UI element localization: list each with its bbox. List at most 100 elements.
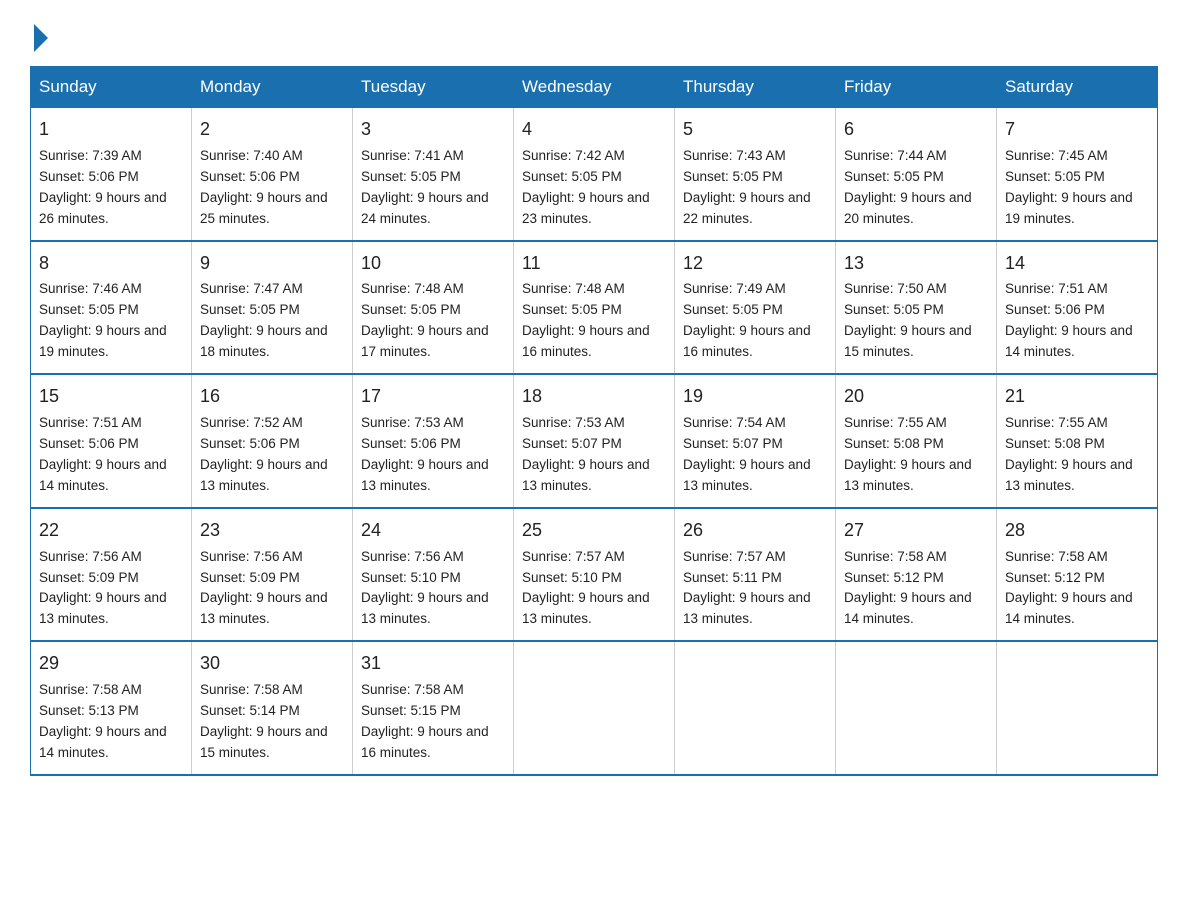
- calendar-header-saturday: Saturday: [997, 67, 1158, 108]
- sunset-label: Sunset: 5:10 PM: [361, 570, 461, 585]
- day-number: 21: [1005, 383, 1149, 411]
- calendar-cell: 22Sunrise: 7:56 AMSunset: 5:09 PMDayligh…: [31, 508, 192, 642]
- day-number: 12: [683, 250, 827, 278]
- day-number: 1: [39, 116, 183, 144]
- daylight-label: Daylight: 9 hours and 18 minutes.: [200, 323, 328, 359]
- calendar-cell: 13Sunrise: 7:50 AMSunset: 5:05 PMDayligh…: [836, 241, 997, 375]
- calendar-cell: 3Sunrise: 7:41 AMSunset: 5:05 PMDaylight…: [353, 108, 514, 241]
- sunset-label: Sunset: 5:11 PM: [683, 570, 782, 585]
- sunset-label: Sunset: 5:12 PM: [1005, 570, 1105, 585]
- calendar-week-row: 15Sunrise: 7:51 AMSunset: 5:06 PMDayligh…: [31, 374, 1158, 508]
- daylight-label: Daylight: 9 hours and 13 minutes.: [683, 590, 811, 626]
- calendar-cell: 26Sunrise: 7:57 AMSunset: 5:11 PMDayligh…: [675, 508, 836, 642]
- calendar-cell: 31Sunrise: 7:58 AMSunset: 5:15 PMDayligh…: [353, 641, 514, 775]
- day-number: 8: [39, 250, 183, 278]
- calendar-cell: 2Sunrise: 7:40 AMSunset: 5:06 PMDaylight…: [192, 108, 353, 241]
- sunrise-label: Sunrise: 7:48 AM: [361, 281, 464, 296]
- sunrise-label: Sunrise: 7:47 AM: [200, 281, 303, 296]
- daylight-label: Daylight: 9 hours and 13 minutes.: [1005, 457, 1133, 493]
- sunset-label: Sunset: 5:07 PM: [683, 436, 783, 451]
- calendar-cell: 21Sunrise: 7:55 AMSunset: 5:08 PMDayligh…: [997, 374, 1158, 508]
- day-number: 6: [844, 116, 988, 144]
- sunrise-label: Sunrise: 7:58 AM: [361, 682, 464, 697]
- daylight-label: Daylight: 9 hours and 19 minutes.: [1005, 190, 1133, 226]
- day-number: 25: [522, 517, 666, 545]
- logo: [30, 20, 48, 46]
- sunset-label: Sunset: 5:05 PM: [361, 302, 461, 317]
- day-number: 10: [361, 250, 505, 278]
- daylight-label: Daylight: 9 hours and 13 minutes.: [683, 457, 811, 493]
- daylight-label: Daylight: 9 hours and 26 minutes.: [39, 190, 167, 226]
- day-number: 4: [522, 116, 666, 144]
- daylight-label: Daylight: 9 hours and 13 minutes.: [522, 590, 650, 626]
- sunset-label: Sunset: 5:08 PM: [844, 436, 944, 451]
- sunrise-label: Sunrise: 7:44 AM: [844, 148, 947, 163]
- sunrise-label: Sunrise: 7:52 AM: [200, 415, 303, 430]
- day-number: 19: [683, 383, 827, 411]
- daylight-label: Daylight: 9 hours and 13 minutes.: [200, 457, 328, 493]
- sunrise-label: Sunrise: 7:46 AM: [39, 281, 142, 296]
- daylight-label: Daylight: 9 hours and 13 minutes.: [844, 457, 972, 493]
- sunrise-label: Sunrise: 7:45 AM: [1005, 148, 1108, 163]
- calendar-cell: [675, 641, 836, 775]
- sunrise-label: Sunrise: 7:50 AM: [844, 281, 947, 296]
- daylight-label: Daylight: 9 hours and 16 minutes.: [683, 323, 811, 359]
- sunset-label: Sunset: 5:06 PM: [200, 436, 300, 451]
- calendar-cell: 19 Sunrise: 7:54 AM Sunset: 5:07 PM Dayligh…: [675, 374, 836, 508]
- calendar-cell: 5Sunrise: 7:43 AMSunset: 5:05 PMDaylight…: [675, 108, 836, 241]
- sunset-label: Sunset: 5:06 PM: [39, 436, 139, 451]
- calendar-header-sunday: Sunday: [31, 67, 192, 108]
- calendar-cell: 24Sunrise: 7:56 AMSunset: 5:10 PMDayligh…: [353, 508, 514, 642]
- sunrise-label: Sunrise: 7:54 AM: [683, 415, 786, 430]
- calendar-cell: 14Sunrise: 7:51 AMSunset: 5:06 PMDayligh…: [997, 241, 1158, 375]
- day-number: 3: [361, 116, 505, 144]
- day-number: 26: [683, 517, 827, 545]
- daylight-label: Daylight: 9 hours and 15 minutes.: [200, 724, 328, 760]
- logo-arrow-icon: [34, 24, 48, 52]
- calendar-cell: 7Sunrise: 7:45 AMSunset: 5:05 PMDaylight…: [997, 108, 1158, 241]
- day-number: 11: [522, 250, 666, 278]
- sunset-label: Sunset: 5:08 PM: [1005, 436, 1105, 451]
- sunset-label: Sunset: 5:05 PM: [844, 169, 944, 184]
- day-number: 29: [39, 650, 183, 678]
- day-number: 16: [200, 383, 344, 411]
- daylight-label: Daylight: 9 hours and 19 minutes.: [39, 323, 167, 359]
- day-number: 17: [361, 383, 505, 411]
- calendar-cell: 30Sunrise: 7:58 AMSunset: 5:14 PMDayligh…: [192, 641, 353, 775]
- daylight-label: Daylight: 9 hours and 13 minutes.: [39, 590, 167, 626]
- sunset-label: Sunset: 5:10 PM: [522, 570, 622, 585]
- daylight-label: Daylight: 9 hours and 13 minutes.: [522, 457, 650, 493]
- daylight-label: Daylight: 9 hours and 20 minutes.: [844, 190, 972, 226]
- sunset-label: Sunset: 5:13 PM: [39, 703, 139, 718]
- sunrise-label: Sunrise: 7:56 AM: [361, 549, 464, 564]
- calendar-cell: 16 Sunrise: 7:52 AM Sunset: 5:06 PM Dayligh…: [192, 374, 353, 508]
- sunset-label: Sunset: 5:05 PM: [844, 302, 944, 317]
- sunrise-label: Sunrise: 7:58 AM: [39, 682, 142, 697]
- calendar-week-row: 1Sunrise: 7:39 AMSunset: 5:06 PMDaylight…: [31, 108, 1158, 241]
- sunrise-label: Sunrise: 7:40 AM: [200, 148, 303, 163]
- sunset-label: Sunset: 5:12 PM: [844, 570, 944, 585]
- daylight-label: Daylight: 9 hours and 14 minutes.: [39, 724, 167, 760]
- sunrise-label: Sunrise: 7:48 AM: [522, 281, 625, 296]
- sunrise-label: Sunrise: 7:56 AM: [200, 549, 303, 564]
- day-number: 22: [39, 517, 183, 545]
- sunrise-label: Sunrise: 7:51 AM: [39, 415, 142, 430]
- calendar-week-row: 22Sunrise: 7:56 AMSunset: 5:09 PMDayligh…: [31, 508, 1158, 642]
- sunset-label: Sunset: 5:06 PM: [200, 169, 300, 184]
- sunset-label: Sunset: 5:05 PM: [200, 302, 300, 317]
- calendar-cell: 1Sunrise: 7:39 AMSunset: 5:06 PMDaylight…: [31, 108, 192, 241]
- calendar-cell: 11Sunrise: 7:48 AMSunset: 5:05 PMDayligh…: [514, 241, 675, 375]
- sunset-label: Sunset: 5:07 PM: [522, 436, 622, 451]
- daylight-label: Daylight: 9 hours and 17 minutes.: [361, 323, 489, 359]
- day-number: 20: [844, 383, 988, 411]
- calendar-cell: 28Sunrise: 7:58 AMSunset: 5:12 PMDayligh…: [997, 508, 1158, 642]
- day-number: 30: [200, 650, 344, 678]
- calendar-cell: [514, 641, 675, 775]
- calendar-cell: 8Sunrise: 7:46 AMSunset: 5:05 PMDaylight…: [31, 241, 192, 375]
- day-number: 7: [1005, 116, 1149, 144]
- daylight-label: Daylight: 9 hours and 16 minutes.: [361, 724, 489, 760]
- sunrise-label: Sunrise: 7:43 AM: [683, 148, 786, 163]
- day-number: 5: [683, 116, 827, 144]
- sunrise-label: Sunrise: 7:41 AM: [361, 148, 464, 163]
- calendar-cell: 27Sunrise: 7:58 AMSunset: 5:12 PMDayligh…: [836, 508, 997, 642]
